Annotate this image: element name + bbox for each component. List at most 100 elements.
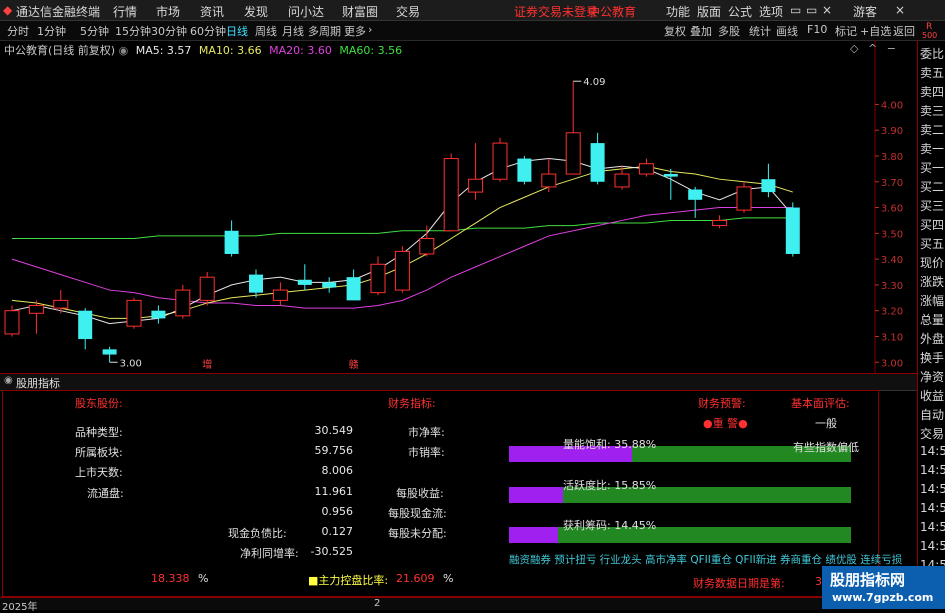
bar-label-volume-saturation: 量能饱和: 35.88% xyxy=(563,438,657,451)
rp-time-0: 14:5 xyxy=(920,444,945,458)
chevron-right-icon[interactable]: › xyxy=(368,23,372,36)
restore-icon[interactable]: ▭ xyxy=(806,3,817,17)
tab-mark[interactable]: 标记 xyxy=(835,23,857,39)
eye-icon[interactable]: ◉ xyxy=(119,44,129,57)
candle-body-down xyxy=(249,274,263,293)
finance-header: 财务指标: xyxy=(388,397,436,410)
bar-profit-chips xyxy=(509,527,851,543)
indicator-eye-icon[interactable]: ◉ xyxy=(4,375,13,386)
chart-info-line: 中公教育(日线 前复权) ◉ MA5: 3.57 MA10: 3.66 MA20… xyxy=(4,42,402,58)
candle-body-down xyxy=(224,230,239,254)
label-pb: 市净率: xyxy=(408,426,445,439)
row-value-extra: 0.956 xyxy=(321,505,354,518)
candle-body-up xyxy=(468,178,484,193)
tab-daily[interactable]: 日线 xyxy=(226,23,248,39)
tab-intraday[interactable]: 分时 xyxy=(7,23,29,39)
candle-body-down xyxy=(517,158,532,182)
low-marker-label: 3.00 xyxy=(120,358,142,369)
candle-body-up xyxy=(638,163,654,175)
y-tick-label: 4.00 xyxy=(881,100,903,111)
close-icon[interactable]: × xyxy=(822,3,832,17)
tab-f10[interactable]: F10 xyxy=(807,23,827,36)
ma60-label: MA60: 3.56 xyxy=(339,44,403,57)
candle-body-up xyxy=(394,250,410,291)
menu-item-layout[interactable]: 版面 xyxy=(697,3,721,20)
menu-item-wealth[interactable]: 财富圈 xyxy=(342,3,378,20)
row-label-sector: 所属板块: xyxy=(75,446,123,459)
menu-item-formula[interactable]: 公式 xyxy=(728,3,752,20)
settings-icon[interactable]: ◇ xyxy=(850,42,858,55)
guest-label[interactable]: 游客 xyxy=(853,3,877,20)
menu-item-quotes[interactable]: 行情 xyxy=(113,3,137,20)
candle-body-up xyxy=(175,289,191,317)
tab-monthly[interactable]: 月线 xyxy=(282,23,304,39)
tab-30min[interactable]: 30分钟 xyxy=(151,23,187,39)
tag-list: 融资融券 预计扭亏 行业龙头 高市净率 QFII重仓 QFII新进 券商重仓 绩… xyxy=(509,554,903,566)
y-tick-label: 3.50 xyxy=(881,229,903,240)
tab-15min[interactable]: 15分钟 xyxy=(115,23,151,39)
tab-5min[interactable]: 5分钟 xyxy=(80,23,109,39)
candle-body-up xyxy=(272,289,288,301)
y-tick-label: 3.70 xyxy=(881,178,903,189)
tab-more[interactable]: 更多 xyxy=(344,23,366,39)
indicator-title[interactable]: 股朋指标 xyxy=(16,375,60,391)
tab-stats[interactable]: 统计 xyxy=(749,23,771,39)
y-tick-label: 3.80 xyxy=(881,152,903,163)
candle-body-down xyxy=(346,277,361,301)
ma5-label: MA5: 3.57 xyxy=(135,44,192,57)
menu-item-ask[interactable]: 问小达 xyxy=(288,3,324,20)
candle-body-up xyxy=(370,263,386,294)
tab-1min[interactable]: 1分钟 xyxy=(37,23,66,39)
rp-change-pct: 涨幅 xyxy=(920,294,945,308)
candlestick-chart[interactable]: 4.00 3.90 3.80 3.70 3.60 3.50 3.40 3.30 3.20 3.10… xyxy=(0,40,917,373)
rp-turnover: 换手 xyxy=(920,351,945,365)
menu-bar: ◆ 通达信金融终端 行情 市场 资讯 发现 问小达 财富圈 交易 证券交易未登录… xyxy=(0,0,945,21)
rp-buy5: 买五 xyxy=(920,237,945,251)
candle-body-down xyxy=(663,174,678,177)
y-tick-label: 3.60 xyxy=(881,204,903,215)
tab-multi-period[interactable]: 多周期 xyxy=(308,23,341,39)
rp-trade[interactable]: 交易 xyxy=(920,425,944,442)
candle-body-down xyxy=(322,282,337,288)
login-status[interactable]: 证券交易未登录 xyxy=(514,3,598,20)
row-label-cash-debt: 现金负债比: xyxy=(228,527,287,540)
ma10-line xyxy=(11,165,793,319)
rp-auto[interactable]: 自动 xyxy=(920,406,944,423)
window-close-icon[interactable]: × xyxy=(895,3,905,17)
app-logo-icon: ◆ xyxy=(3,3,13,17)
row-label-profit-growth: 净利同增率: xyxy=(240,547,299,560)
watermark-line1: 股朋指标网 xyxy=(830,571,906,589)
chart-controls: ◇ ^ − xyxy=(850,42,896,55)
row-value-type: 30.549 xyxy=(314,424,354,437)
bar-label-activity: 活跃度比: 15.85% xyxy=(563,479,657,492)
rp-price: 现价 xyxy=(920,256,945,270)
shareholder-header: 股东股份: xyxy=(75,397,123,410)
tab-weekly[interactable]: 周线 xyxy=(255,23,277,39)
rp-time-2: 14:5 xyxy=(920,482,945,496)
rp-buy4: 买四 xyxy=(920,218,945,232)
tab-add-watch[interactable]: +自选 xyxy=(860,23,891,39)
y-tick-label: 3.00 xyxy=(881,358,903,369)
tab-overlay[interactable]: 叠加 xyxy=(690,23,712,39)
rp-committee-ratio: 委比 xyxy=(920,47,945,61)
year-label: 2025年 xyxy=(2,602,38,613)
candle-body-down xyxy=(78,310,93,340)
menu-item-function[interactable]: 功能 xyxy=(666,3,690,20)
tab-multi-stock[interactable]: 多股 xyxy=(718,23,740,39)
tab-draw[interactable]: 画线 xyxy=(776,23,798,39)
y-tick-label: 3.40 xyxy=(881,255,903,266)
menu-item-news[interactable]: 资讯 xyxy=(200,3,224,20)
menu-item-options[interactable]: 选项 xyxy=(759,3,783,20)
menu-item-trade[interactable]: 交易 xyxy=(396,3,420,20)
rp-change: 涨跌 xyxy=(920,275,945,289)
minus-icon[interactable]: − xyxy=(887,42,896,55)
row-value-sector: 59.756 xyxy=(314,444,354,457)
minimize-icon[interactable]: ▭ xyxy=(790,3,801,17)
tab-rights[interactable]: 复权 xyxy=(664,23,686,39)
menu-item-discover[interactable]: 发现 xyxy=(244,3,268,20)
tab-back[interactable]: 返回 xyxy=(893,23,915,39)
menu-item-market[interactable]: 市场 xyxy=(156,3,180,20)
tab-60min[interactable]: 60分钟 xyxy=(190,23,226,39)
collapse-icon[interactable]: ^ xyxy=(868,42,877,55)
rp-top-500: 500 xyxy=(922,31,938,40)
